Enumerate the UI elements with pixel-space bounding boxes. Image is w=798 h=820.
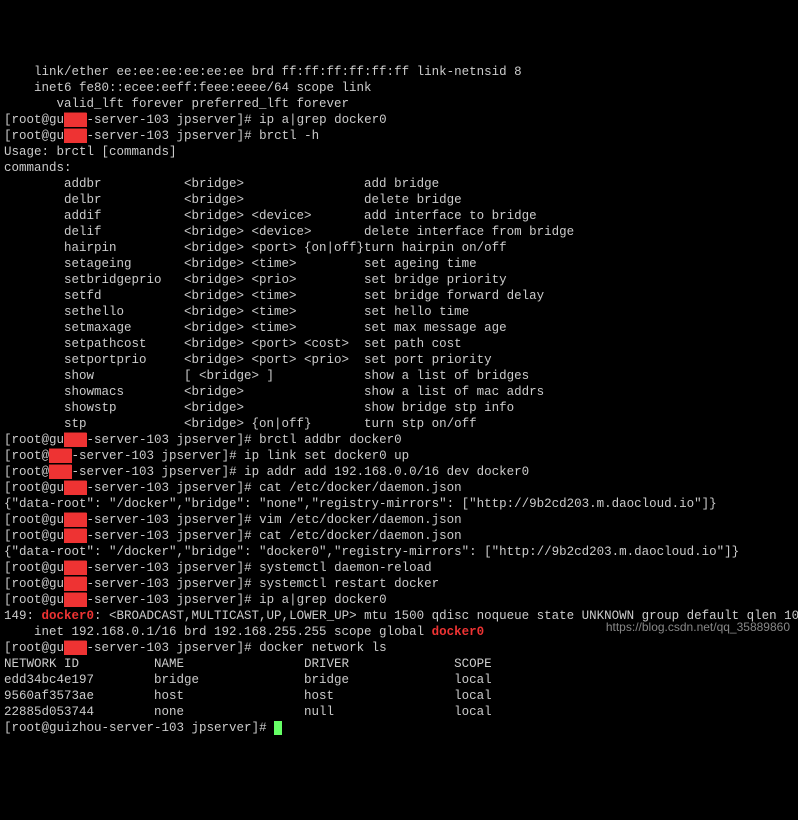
redaction: ███ <box>64 433 87 447</box>
line: inet6 fe80::ecee:eeff:feee:eeee/64 scope… <box>4 81 372 95</box>
cmd: ip link set docker0 up <box>244 449 409 463</box>
line: link/ether ee:ee:ee:ee:ee:ee brd ff:ff:f… <box>4 65 522 79</box>
redaction: ███ <box>49 465 72 479</box>
line: valid_lft forever preferred_lft forever <box>4 97 349 111</box>
prompt: [root@gu███-server-103 jpserver]# <box>4 129 259 143</box>
redaction: ███ <box>64 577 87 591</box>
prompt: [root@gu███-server-103 jpserver]# <box>4 433 259 447</box>
redaction: ███ <box>64 561 87 575</box>
redaction: ███ <box>49 449 72 463</box>
line: Usage: brctl [commands] <box>4 145 177 159</box>
redaction: ███ <box>64 529 87 543</box>
cmd: brctl addbr docker0 <box>259 433 402 447</box>
cmd: cat /etc/docker/daemon.json <box>259 529 462 543</box>
redaction: ███ <box>64 513 87 527</box>
redaction: ███ <box>64 641 87 655</box>
redaction: ███ <box>64 129 87 143</box>
docker-network-list: NETWORK ID NAME DRIVER SCOPE edd34bc4e19… <box>4 656 794 720</box>
redaction: ███ <box>64 113 87 127</box>
prompt: [root@gu███-server-103 jpserver]# <box>4 529 259 543</box>
cmd: ip addr add 192.168.0.0/16 dev docker0 <box>244 465 529 479</box>
docker0-highlight: docker0 <box>42 609 95 623</box>
cmd: systemctl restart docker <box>259 577 439 591</box>
docker0-highlight: docker0 <box>432 625 485 639</box>
prompt: [root@gu███-server-103 jpserver]# <box>4 593 259 607</box>
prompt: [root@gu███-server-103 jpserver]# <box>4 481 259 495</box>
cmd: docker network ls <box>259 641 387 655</box>
cmd: ip a|grep docker0 <box>259 593 387 607</box>
line: {"data-root": "/docker","bridge": "none"… <box>4 497 717 511</box>
cursor <box>274 721 282 735</box>
prompt: [root@gu███-server-103 jpserver]# <box>4 513 259 527</box>
cmd: brctl -h <box>259 129 319 143</box>
cmd: systemctl daemon-reload <box>259 561 432 575</box>
line: {"data-root": "/docker","bridge": "docke… <box>4 545 739 559</box>
cmd: vim /etc/docker/daemon.json <box>259 513 462 527</box>
prompt: [root@███-server-103 jpserver]# <box>4 465 244 479</box>
prompt: [root@gu███-server-103 jpserver]# <box>4 561 259 575</box>
brctl-commands-list: addbr <bridge> add bridge delbr <bridge>… <box>4 176 794 432</box>
line: inet 192.168.0.1/16 brd 192.168.255.255 … <box>4 625 484 639</box>
watermark: https://blog.csdn.net/qq_35889860 <box>606 619 790 635</box>
redaction: ███ <box>64 593 87 607</box>
prompt: [root@███-server-103 jpserver]# <box>4 449 244 463</box>
cmd: ip a|grep docker0 <box>259 113 387 127</box>
cmd: cat /etc/docker/daemon.json <box>259 481 462 495</box>
redaction: ███ <box>64 481 87 495</box>
prompt: [root@gu███-server-103 jpserver]# <box>4 577 259 591</box>
prompt: [root@guizhou-server-103 jpserver]# <box>4 721 274 735</box>
line: commands: <box>4 161 72 175</box>
prompt: [root@gu███-server-103 jpserver]# <box>4 113 259 127</box>
prompt: [root@gu███-server-103 jpserver]# <box>4 641 259 655</box>
